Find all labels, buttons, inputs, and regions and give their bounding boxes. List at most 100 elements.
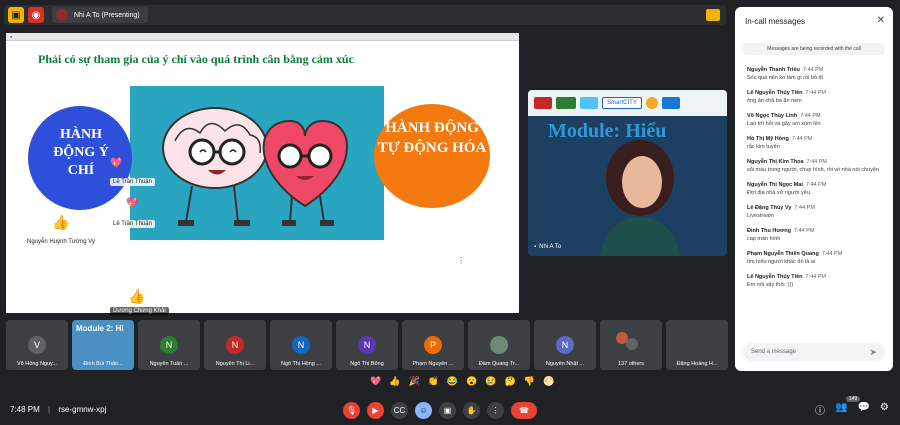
reaction-button[interactable]: 😂 bbox=[447, 376, 458, 387]
reaction-button[interactable]: 😮 bbox=[466, 376, 477, 387]
mic-off-icon[interactable]: 🎙 bbox=[343, 402, 360, 419]
message-time: 7:44 PM bbox=[805, 274, 826, 280]
presenter-pill[interactable]: Nhi A To (Presenting) bbox=[52, 7, 148, 23]
message-sender: Đinh Thu Hương bbox=[747, 228, 791, 234]
meeting-info: 7:48 PM | rse-gmnw-xpj bbox=[10, 405, 106, 414]
pointer-label: Lê Trần Thuận bbox=[110, 220, 155, 228]
pin-icon[interactable] bbox=[706, 9, 720, 21]
participant-name: Ngô Thị Hồng ... bbox=[281, 361, 321, 367]
reaction-button[interactable]: 💖 bbox=[370, 376, 381, 387]
pointer-label: Dương Chừng Khải bbox=[110, 307, 169, 315]
reaction-button[interactable]: 🤔 bbox=[505, 376, 516, 387]
participant-tile[interactable]: V Võ Hồng Nguy... bbox=[6, 320, 68, 370]
reaction-button[interactable]: 🎉 bbox=[408, 376, 419, 387]
participant-tile[interactable]: N Nguyễn Thị Li... bbox=[204, 320, 266, 370]
avatar bbox=[490, 336, 508, 354]
message-text: Em nói vậy thôi :))) bbox=[747, 282, 794, 288]
slide-illustration bbox=[130, 86, 384, 240]
message-time: 7:44 PM bbox=[791, 136, 813, 142]
message-sender: Hồ Thị Mỹ Hồng bbox=[747, 136, 789, 142]
reactions-bar: 💖 👍 🎉 👏 😂 😮 😢 🤔 👎 🌕 bbox=[370, 376, 554, 387]
side-controls: ⓘ 👥 💬 ⚙ bbox=[815, 402, 889, 417]
meeting-code: rse-gmnw-xpj bbox=[58, 405, 107, 414]
message-text: Livestream bbox=[747, 213, 774, 219]
participant-name: Nguyễn Nhật ... bbox=[545, 361, 585, 367]
slide-viewer-toolbar: ● bbox=[6, 33, 519, 41]
message-time: 7:44 PM bbox=[794, 205, 815, 211]
message-time: 7:44 PM bbox=[806, 159, 828, 165]
send-icon[interactable]: ➤ bbox=[869, 347, 877, 358]
chat-message: Nguyễn Thị Ngọc Mai 7:44 PM Đợi địa nhà x… bbox=[747, 182, 887, 197]
logo-icon bbox=[646, 97, 658, 109]
chat-message: Lê Đặng Thúy Vy 7:44 PM Livestream bbox=[747, 205, 887, 220]
mic-icon: ▪ bbox=[534, 244, 537, 250]
pointer-label: Nguyễn Huỳnh Tường Vy bbox=[24, 238, 98, 246]
heart-reaction-icon: 💖 bbox=[110, 158, 123, 169]
participant-background-text: Module 2: Hi bbox=[76, 324, 124, 333]
avatar: P bbox=[424, 336, 442, 354]
right-circle-text: HÀNH ĐỘNG TỰ ĐỘNG HÓA bbox=[377, 120, 487, 156]
reaction-button[interactable]: 😢 bbox=[485, 376, 496, 387]
thumbs-up-reaction-icon: 👍 bbox=[52, 214, 70, 230]
others-tile[interactable]: 137 others bbox=[600, 320, 662, 370]
stop-presenting-icon[interactable]: ◉ bbox=[28, 7, 44, 23]
participant-tile[interactable]: Module 2: Hi Đinh Bùi Thảo... bbox=[72, 320, 134, 370]
avatar bbox=[626, 338, 638, 350]
message-time: 7:44 PM bbox=[802, 67, 824, 73]
chat-panel: In-call messages ✕ Messages are being re… bbox=[735, 7, 893, 371]
present-icon[interactable]: ▣ bbox=[8, 7, 24, 23]
reactions-icon[interactable]: ☺ bbox=[415, 402, 432, 419]
message-text: ông ăn chả bà ăn nem bbox=[747, 98, 802, 104]
chat-icon[interactable]: 💬 bbox=[857, 402, 869, 417]
reaction-button[interactable]: 👍 bbox=[389, 376, 400, 387]
participant-tile[interactable]: Đặng Hoàng H... bbox=[666, 320, 728, 370]
hang-up-button[interactable]: ☎ bbox=[511, 402, 537, 419]
participant-tile[interactable]: P Phạm Nguyễn ... bbox=[402, 320, 464, 370]
close-icon[interactable]: ✕ bbox=[877, 15, 885, 26]
logo-icon bbox=[534, 97, 552, 109]
message-time: 7:44 PM bbox=[821, 251, 843, 257]
chat-message: Lê Nguyễn Thủy Tiên 7:44 PM Em nói vậy th… bbox=[747, 274, 887, 289]
slide-viewer-dot: ● bbox=[10, 34, 13, 39]
message-sender: Nguyễn Thanh Triều bbox=[747, 67, 800, 73]
reaction-button[interactable]: 🌕 bbox=[543, 376, 554, 387]
participant-tile[interactable]: N Ngô Thị Hồng ... bbox=[270, 320, 332, 370]
logo-icon bbox=[556, 97, 576, 109]
avatar: N bbox=[358, 336, 376, 354]
message-text: Lao tới hỏi và gây um xùm lên bbox=[747, 121, 821, 127]
chat-input-placeholder: Send a message bbox=[751, 349, 797, 355]
participant-name: Nguyễn Thị Li... bbox=[215, 361, 255, 367]
message-text: Sốc quá nên ko làm gì rồi bỏ đi bbox=[747, 75, 823, 81]
info-icon[interactable]: ⓘ bbox=[815, 402, 825, 417]
chat-message: Đinh Thu Hương 7:44 PM cap màn hình bbox=[747, 228, 887, 243]
raise-hand-icon[interactable]: ✋ bbox=[463, 402, 480, 419]
participant-tile[interactable]: N Nguyễn Nhật ... bbox=[534, 320, 596, 370]
reaction-button[interactable]: 👎 bbox=[524, 376, 535, 387]
meet-window: ▣ ◉ Nhi A To (Presenting) ● Phải có sự t… bbox=[0, 0, 900, 425]
participant-tile[interactable]: Đàm Quang Tr... bbox=[468, 320, 530, 370]
present-now-icon[interactable]: ▣ bbox=[439, 402, 456, 419]
activities-icon[interactable]: ⚙ bbox=[880, 402, 889, 417]
message-sender: Nguyễn Thị Kim Thoa bbox=[747, 159, 804, 165]
message-time: 7:44 PM bbox=[805, 90, 826, 96]
captions-icon[interactable]: CC bbox=[391, 402, 408, 419]
presentation-top-bar: ▣ ◉ Nhi A To (Presenting) bbox=[4, 5, 726, 25]
participant-tile[interactable]: N Nguyễn Tuấn ... bbox=[138, 320, 200, 370]
more-options-icon[interactable]: ⋮ bbox=[457, 256, 465, 265]
participant-name: Đàm Quang Tr... bbox=[478, 361, 520, 367]
message-sender: Lê Nguyễn Thủy Tiên bbox=[747, 274, 803, 280]
reaction-button[interactable]: 👏 bbox=[428, 376, 439, 387]
recording-note: Messages are being recorded with the cal… bbox=[743, 43, 885, 55]
message-text: sôi máu trong người, chụp hình, rồi về n… bbox=[747, 167, 880, 173]
camera-off-icon[interactable]: ▶ bbox=[367, 402, 384, 419]
people-icon[interactable]: 👥 bbox=[835, 402, 847, 417]
chat-input[interactable]: Send a message ➤ bbox=[743, 343, 885, 361]
message-text: rắc kim tuyến bbox=[747, 144, 780, 150]
chat-message: Phạm Nguyễn Thiên Quang 7:44 PM tìm hiểu … bbox=[747, 251, 887, 266]
avatar: V bbox=[28, 336, 46, 354]
participant-tile[interactable]: N Ngô Thị Bông bbox=[336, 320, 398, 370]
presenter-video-tile[interactable]: SmartCITY Module: Hiểu ▪ Nhi A To bbox=[528, 90, 727, 256]
more-options-icon[interactable]: ⋮ bbox=[487, 402, 504, 419]
chat-message: Nguyễn Thị Kim Thoa 7:44 PM sôi máu trong… bbox=[747, 159, 887, 174]
avatar: N bbox=[160, 336, 178, 354]
